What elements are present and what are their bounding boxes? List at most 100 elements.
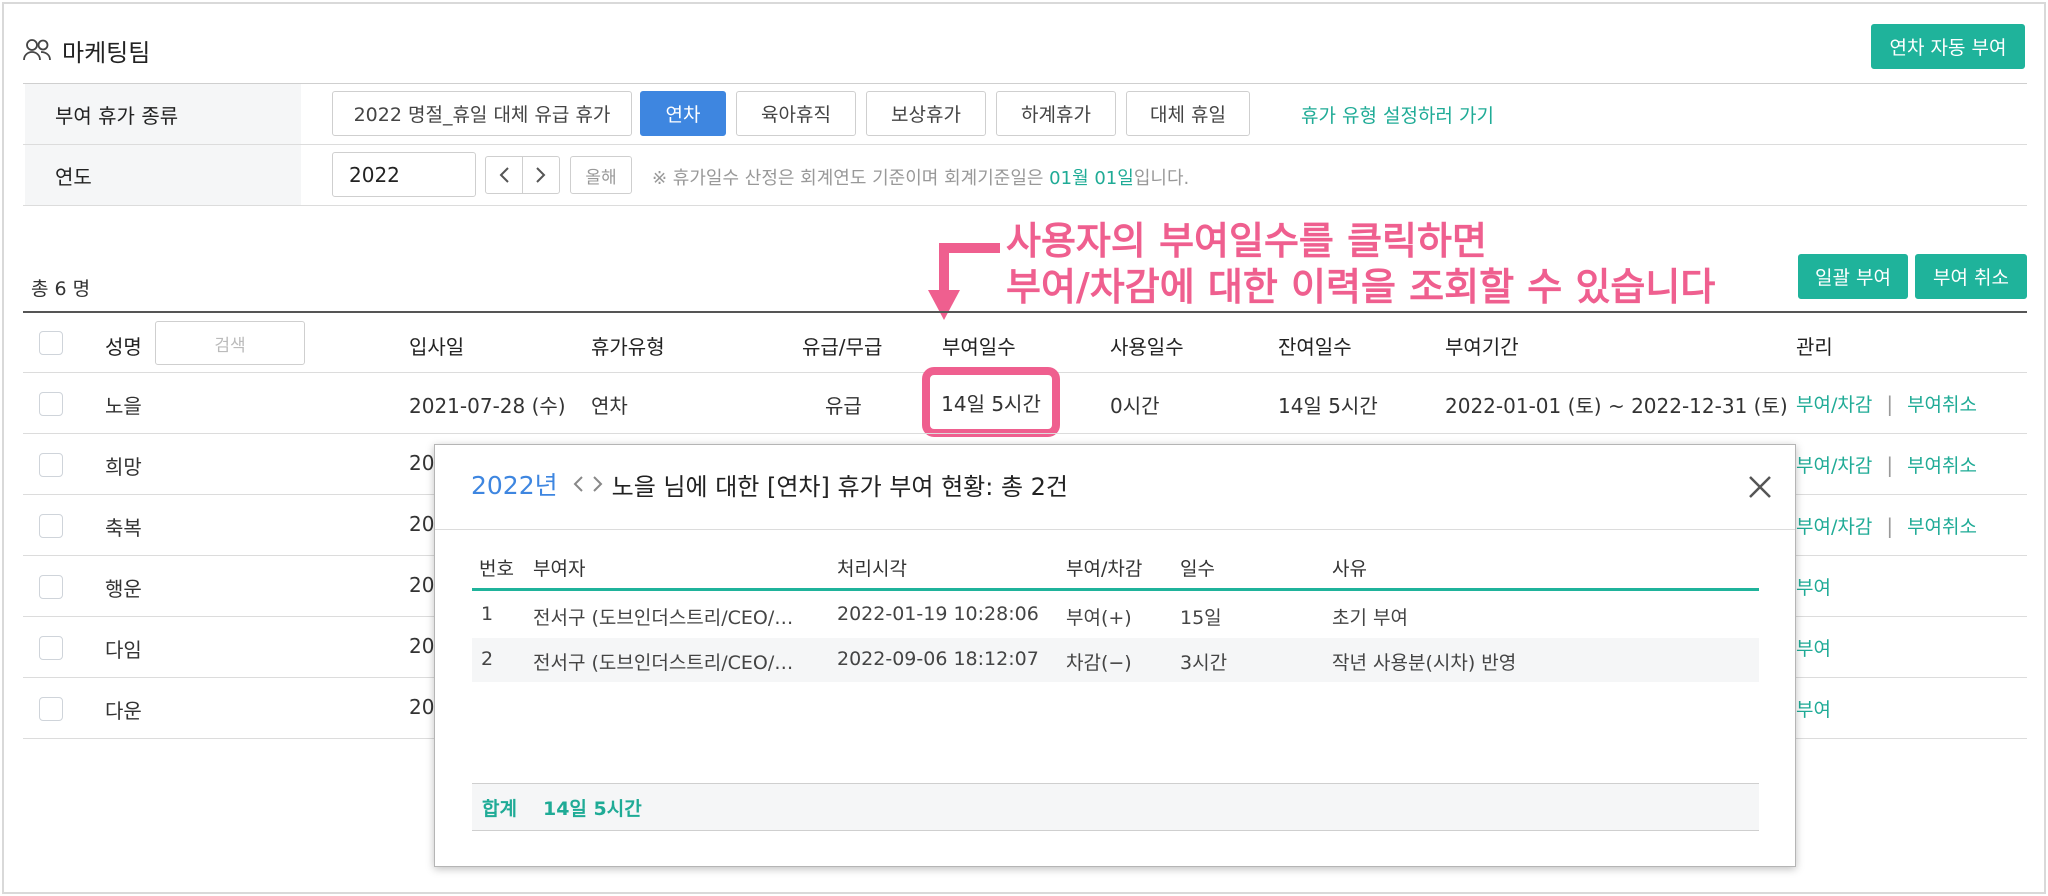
modal-total-label: 합계 [482,797,517,820]
col-header-remaining: 잔여일수 [1278,335,1352,359]
fiscal-year-note: ※ 휴가일수 산정은 회계연도 기준이며 회계기준일은 01월 01일입니다. [652,164,1189,190]
modal-cell-type: 차감(−) [1066,652,1132,674]
modal-cell-granter: 전서구 (도브인더스트리/CEO/… [533,652,794,674]
row-checkbox[interactable] [39,392,63,416]
modal-cell-days: 15일 [1180,607,1222,629]
modal-header: 2022년 노을 님에 대한 [연차] 휴가 부여 현황: 총 2건 [471,465,1068,503]
modal-prev-year-button[interactable] [572,474,584,494]
row-checkbox[interactable] [39,697,63,721]
note-prefix: ※ 휴가일수 산정은 회계연도 기준이며 회계기준일은 [652,168,1050,189]
modal-title: 노을 님에 대한 [연차] 휴가 부여 현황: 총 2건 [611,472,1069,501]
modal-cell-granter: 전서구 (도브인더스트리/CEO/… [533,607,794,629]
cell-hire-date: 20 [409,451,435,475]
select-all-checkbox[interactable] [39,331,63,355]
note-suffix: 입니다. [1133,168,1190,189]
cancel-grant-button[interactable]: 부여 취소 [1915,254,2027,299]
leave-type-holiday[interactable]: 2022 명절_휴일 대체 유급 휴가 [332,91,632,136]
col-header-manage: 관리 [1796,335,1833,359]
cell-actions: 부여/차감 | 부여취소 [1796,453,1977,477]
cell-paid: 유급 [825,394,862,418]
cell-name: 다임 [105,638,142,662]
grant-cancel-link[interactable]: 부여취소 [1907,394,1977,416]
modal-table-header-line [472,588,1759,591]
filter-bottom-divider [23,205,2027,206]
this-year-button[interactable]: 올해 [570,156,632,194]
leave-type-compensatory[interactable]: 보상휴가 [866,91,986,136]
year-next-button[interactable] [522,156,560,194]
grant-link[interactable]: 부여 [1796,699,1831,721]
col-header-hire-date: 입사일 [409,335,465,359]
cell-hire-date: 20 [409,512,435,536]
row-checkbox[interactable] [39,636,63,660]
grant-cancel-link[interactable]: 부여취소 [1907,455,1977,477]
modal-cell-reason: 작년 사용분(시차) 반영 [1332,652,1517,674]
cell-actions: 부여 [1796,573,1831,600]
team-name: 마케팅팀 [62,38,151,67]
year-prev-button[interactable] [485,156,523,194]
cell-remaining: 14일 5시간 [1278,394,1378,418]
team-header: 마케팅팀 [22,32,150,68]
modal-cell-reason: 초기 부여 [1332,607,1408,629]
cell-name: 축복 [105,516,142,540]
modal-cell-no: 2 [481,648,494,670]
leave-type-summer[interactable]: 하계휴가 [996,91,1116,136]
granted-days-highlight[interactable]: 14일 5시간 [922,367,1060,437]
leave-type-parental[interactable]: 육아휴직 [736,91,856,136]
grant-link[interactable]: 부여 [1796,577,1831,599]
grant-deduct-link[interactable]: 부여/차감 [1796,516,1872,538]
col-header-leave-type: 휴가유형 [591,335,665,359]
leave-type-label: 부여 휴가 종류 [25,84,301,144]
cell-name: 희망 [105,455,142,479]
bulk-grant-button[interactable]: 일괄 부여 [1798,254,1908,299]
row-checkbox[interactable] [39,575,63,599]
modal-cell-no: 1 [481,603,494,625]
modal-close-button[interactable] [1744,471,1776,503]
modal-cell-days: 3시간 [1180,652,1228,674]
modal-total-row: 합계 14일 5시간 [472,783,1759,831]
modal-cell-time: 2022-09-06 18:12:07 [837,648,1039,670]
cell-hire-date: 20 [409,634,435,658]
modal-col-days: 일수 [1180,558,1215,580]
note-date: 01월 01일 [1049,168,1134,189]
modal-col-type: 부여/차감 [1066,558,1143,580]
cell-hire-date: 2021-07-28 (수) [409,394,566,418]
row-checkbox[interactable] [39,514,63,538]
close-icon [1749,476,1771,498]
cell-name: 다운 [105,699,142,723]
grant-cancel-link[interactable]: 부여취소 [1907,516,1977,538]
auto-grant-button[interactable]: 연차 자동 부여 [1871,24,2025,69]
col-header-name: 성명 [105,335,142,359]
cell-name: 노을 [105,394,142,418]
year-input[interactable]: 2022 [332,152,476,197]
grant-deduct-link[interactable]: 부여/차감 [1796,455,1872,477]
grant-deduct-link[interactable]: 부여/차감 [1796,394,1872,416]
modal-header-divider [435,529,1795,530]
leave-type-substitute[interactable]: 대체 휴일 [1126,91,1250,136]
cell-hire-date: 20 [409,695,435,719]
cell-actions: 부여/차감 | 부여취소 [1796,392,1977,416]
filter-mid-divider [23,144,2027,145]
cell-granted[interactable]: 14일 5시간 [941,388,1041,417]
row-checkbox[interactable] [39,453,63,477]
modal-cell-time: 2022-01-19 10:28:06 [837,603,1039,625]
modal-col-granter: 부여자 [533,558,586,580]
users-icon [22,37,54,63]
total-count: 총 6 명 [31,278,91,300]
col-header-used: 사용일수 [1110,335,1184,359]
cell-actions: 부여 [1796,695,1831,722]
modal-col-time: 처리시각 [837,558,907,580]
cell-hire-date: 20 [409,573,435,597]
grant-history-modal: 2022년 노을 님에 대한 [연차] 휴가 부여 현황: 총 2건 번호 부여… [434,444,1796,867]
year-label: 연도 [25,145,301,205]
grant-link[interactable]: 부여 [1796,638,1831,660]
col-header-granted: 부여일수 [942,335,1016,359]
cell-actions: 부여/차감 | 부여취소 [1796,514,1977,538]
cell-leave-type: 연차 [591,394,628,418]
leave-type-annual[interactable]: 연차 [640,91,726,136]
name-search-input[interactable]: 검색 [155,321,305,365]
modal-next-year-button[interactable] [592,474,604,494]
modal-total-value: 14일 5시간 [542,797,642,820]
filter-top-divider [23,83,2027,84]
modal-cell-type: 부여(+) [1066,607,1132,629]
leave-settings-link[interactable]: 휴가 유형 설정하러 가기 [1301,101,1494,128]
